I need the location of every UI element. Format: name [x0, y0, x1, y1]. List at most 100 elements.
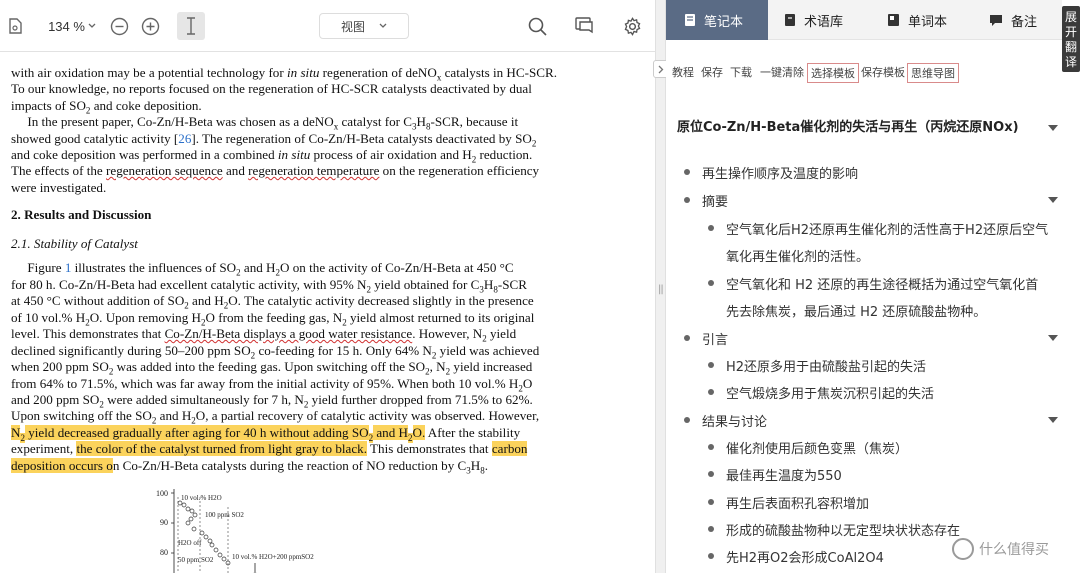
- text-span: and coke deposition.: [90, 98, 202, 113]
- reference-link[interactable]: 26: [178, 131, 191, 146]
- outline-item[interactable]: 再生后表面积孔容积增加: [726, 493, 869, 512]
- text-span: The effects of the: [11, 163, 107, 178]
- bullet-icon: [708, 471, 714, 477]
- text-span: when 200 ppm SO: [11, 359, 109, 374]
- drag-handle-icon[interactable]: ||: [658, 284, 664, 295]
- view-select-label: 视图: [340, 19, 365, 34]
- outline-section[interactable]: 引言: [702, 329, 728, 348]
- text-span: was added into the feeding gas. Upon swi…: [113, 359, 426, 374]
- text-span: H: [416, 114, 426, 129]
- outline-item[interactable]: 空气氧化和 H2 还原的再生途径概括为通过空气氧化首: [726, 274, 1038, 293]
- select-template-button[interactable]: 选择模板: [807, 63, 859, 83]
- expand-translation-button[interactable]: 展开翻译: [1062, 6, 1080, 72]
- comments-icon: [575, 17, 593, 34]
- search-button[interactable]: [526, 13, 548, 39]
- text-span: yield decreased gradually after aging fo…: [24, 425, 369, 440]
- tab-comments[interactable]: 备注: [989, 0, 1059, 40]
- collapse-triangle-icon[interactable]: [1048, 197, 1058, 203]
- search-icon: [528, 17, 547, 36]
- text-span: 2: [531, 138, 537, 149]
- bullet-icon: [708, 362, 714, 368]
- text-span: deposition occurs o: [11, 458, 113, 473]
- text-span: the color of the catalyst turned from li…: [76, 441, 367, 456]
- figure-label-so2-100: 100 ppm SO2: [205, 511, 244, 519]
- tab-glossary[interactable]: 术语库: [784, 0, 874, 40]
- text-span: O from the feeding gas, N: [205, 310, 343, 325]
- text-span: catalyst for C: [338, 114, 413, 129]
- text-span: . However, N: [412, 326, 483, 341]
- tab-wordbook[interactable]: 单词本: [887, 0, 977, 40]
- text-span: reduction.: [476, 147, 533, 162]
- figure-1-chart: 100 90 80 10 vol.% H2O 100 ppm SO2 H2O o…: [156, 489, 314, 573]
- text-span: In the present paper, Co-Zn/H-Beta was c…: [11, 114, 334, 129]
- mind-map-button[interactable]: 思维导图: [907, 63, 959, 83]
- save-button[interactable]: 保存: [701, 64, 723, 80]
- collapse-triangle-icon[interactable]: [1048, 335, 1058, 341]
- document-line: To our knowledge, no reports focused on …: [11, 81, 532, 97]
- glossary-icon: [785, 14, 795, 26]
- watermark: 什么值得买: [952, 538, 1049, 560]
- zoom-in-button[interactable]: [139, 13, 161, 39]
- outline-item[interactable]: 催化剂使用后颜色变黑（焦炭）: [726, 438, 908, 457]
- text-span: To our knowledge, no reports focused on …: [11, 81, 532, 96]
- text-span: illustrates the influences of SO: [71, 260, 237, 275]
- zoom-select[interactable]: 134 %: [46, 13, 98, 39]
- text-span: Upon switching off the SO: [11, 408, 152, 423]
- text-span: O: [522, 376, 533, 391]
- document-line: 2. Results and Discussion: [11, 207, 151, 223]
- settings-button[interactable]: [621, 13, 643, 39]
- watermark-logo-icon: [952, 538, 974, 560]
- text-span: This demonstrates that: [366, 441, 492, 456]
- text-cursor-icon: [187, 17, 195, 35]
- chevron-down-icon: [88, 23, 96, 28]
- text-span: yield increased: [450, 359, 533, 374]
- outline-section[interactable]: 摘要: [702, 191, 728, 210]
- tab-notebook[interactable]: 笔记本: [666, 0, 768, 40]
- pdf-document[interactable]: with air oxidation may be a potential te…: [0, 52, 655, 573]
- text-span: and H: [373, 425, 408, 440]
- text-span: O. The catalytic activity decreased slig…: [228, 293, 534, 308]
- outline-item[interactable]: 形成的硫酸盐物种以无定型块状状态存在: [726, 520, 960, 539]
- text-span: O, a partial recovery of catalytic activ…: [195, 408, 540, 423]
- text-span: regeneration sequence: [106, 163, 223, 178]
- outline-item[interactable]: 最佳再生温度为550: [726, 465, 842, 484]
- text-span: 2. Results and Discussion: [11, 207, 152, 222]
- clear-all-button[interactable]: 一键清除: [760, 64, 804, 80]
- document-line: were investigated.: [11, 180, 106, 196]
- text-span: for 80 h. Co-Zn/H-Beta had excellent cat…: [11, 277, 367, 292]
- wordbook-icon: [888, 14, 899, 26]
- download-button[interactable]: 下载: [730, 64, 752, 80]
- tutorial-button[interactable]: 教程: [672, 64, 694, 80]
- zoom-out-button[interactable]: [108, 13, 130, 39]
- pdf-pane: 134 % 视图 with air oxidation may be a pot…: [0, 0, 655, 573]
- text-span: H: [470, 458, 481, 473]
- text-span: After the stability: [425, 425, 521, 440]
- text-span: yield: [486, 326, 517, 341]
- text-span: H: [483, 277, 494, 292]
- collapse-triangle-icon[interactable]: [1048, 417, 1058, 423]
- outline-item[interactable]: 先H2再O2会形成CoAl2O4: [726, 547, 884, 566]
- figure-y-tick-90: 90: [160, 518, 168, 527]
- text-span: catalysts in HC-SCR.: [441, 65, 557, 80]
- view-select[interactable]: 视图: [319, 13, 409, 39]
- document-icon[interactable]: [6, 13, 24, 39]
- tab-label: 术语库: [804, 14, 844, 30]
- notes-tabs: 笔记本 术语库 单词本 备注: [666, 0, 1062, 40]
- pdf-toolbar: 134 % 视图: [0, 0, 655, 52]
- text-span: from 64% to 71.5%, which was far away fr…: [11, 376, 519, 391]
- text-span: , N: [429, 359, 446, 374]
- outline-item[interactable]: 氧化再生催化剂的活性。: [726, 246, 869, 265]
- outline-item[interactable]: 先去除焦炭，最后通过 H2 还原硫酸盐物种。: [726, 301, 986, 320]
- save-template-button[interactable]: 保存模板: [861, 64, 905, 80]
- outline-section[interactable]: 结果与讨论: [702, 411, 767, 430]
- text-span: 2.1. Stability of Catalyst: [11, 236, 138, 251]
- outline-item[interactable]: 空气煅烧多用于焦炭沉积引起的失活: [726, 383, 934, 402]
- outline-item[interactable]: 空气氧化后H2还原再生催化剂的活性高于H2还原后空气: [726, 219, 1048, 238]
- outline-item[interactable]: H2还原多用于由硫酸盐引起的失活: [726, 356, 926, 375]
- outline-section[interactable]: 再生操作顺序及温度的影响: [702, 163, 858, 182]
- text-span: were added simultaneously for 7 h, N: [103, 392, 304, 407]
- figure-y-tick-100: 100: [156, 489, 168, 498]
- comments-button[interactable]: [574, 13, 596, 39]
- collapse-triangle-icon[interactable]: [1048, 125, 1058, 131]
- text-cursor-tool-button[interactable]: [177, 12, 205, 40]
